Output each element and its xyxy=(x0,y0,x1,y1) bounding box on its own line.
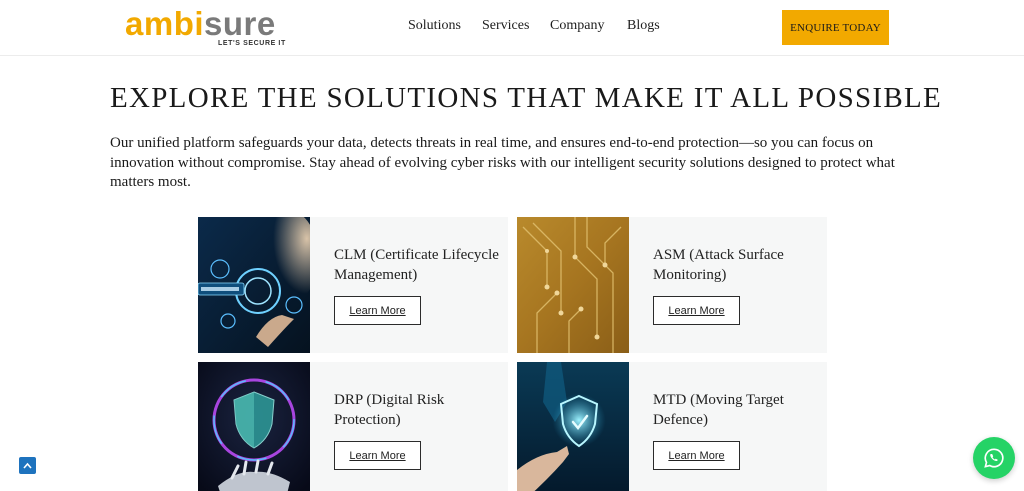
solution-card-clm: CLM (Certificate Lifecycle Management) L… xyxy=(198,217,508,353)
nav-solutions[interactable]: Solutions xyxy=(408,18,461,34)
clm-title: CLM (Certificate Lifecycle Management) xyxy=(334,247,499,283)
nav-blogs[interactable]: Blogs xyxy=(627,18,660,34)
mtd-image xyxy=(517,362,629,491)
mtd-learn-more-button[interactable]: Learn More xyxy=(653,441,740,470)
nav-company[interactable]: Company xyxy=(550,18,604,34)
logo-part-sure: sure xyxy=(204,5,276,42)
ambisure-logo[interactable]: ambisure LET'S SECURE IT xyxy=(125,6,290,50)
asm-title: ASM (Attack Surface Monitoring) xyxy=(653,247,784,283)
asm-learn-more-button[interactable]: Learn More xyxy=(653,296,740,325)
whatsapp-chat-button[interactable] xyxy=(973,437,1015,479)
logo-wordmark: ambisure xyxy=(125,6,276,42)
solution-card-mtd: MTD (Moving Target Defence) Learn More xyxy=(517,362,827,491)
page-heading: EXPLORE THE SOLUTIONS THAT MAKE IT ALL P… xyxy=(110,82,943,114)
intro-paragraph: Our unified platform safeguards your dat… xyxy=(110,135,895,190)
asm-image xyxy=(517,217,629,353)
nav-services[interactable]: Services xyxy=(482,18,529,34)
drp-title: DRP (Digital Risk Protection) xyxy=(334,392,445,428)
mtd-title: MTD (Moving Target Defence) xyxy=(653,392,784,428)
drp-learn-more-button[interactable]: Learn More xyxy=(334,441,421,470)
scroll-to-top-button[interactable] xyxy=(19,457,36,474)
chevron-up-icon xyxy=(23,462,32,469)
solution-card-asm: ASM (Attack Surface Monitoring) Learn Mo… xyxy=(517,217,827,353)
whatsapp-icon xyxy=(984,448,1004,468)
enquire-today-button[interactable]: ENQUIRE TODAY xyxy=(782,10,889,45)
site-header: ambisure LET'S SECURE IT Solutions Servi… xyxy=(0,0,1024,56)
solution-card-drp: DRP (Digital Risk Protection) Learn More xyxy=(198,362,508,491)
logo-tagline: LET'S SECURE IT xyxy=(218,40,286,47)
logo-part-ambi: ambi xyxy=(125,5,205,42)
drp-image xyxy=(198,362,310,491)
clm-image xyxy=(198,217,310,353)
clm-learn-more-button[interactable]: Learn More xyxy=(334,296,421,325)
